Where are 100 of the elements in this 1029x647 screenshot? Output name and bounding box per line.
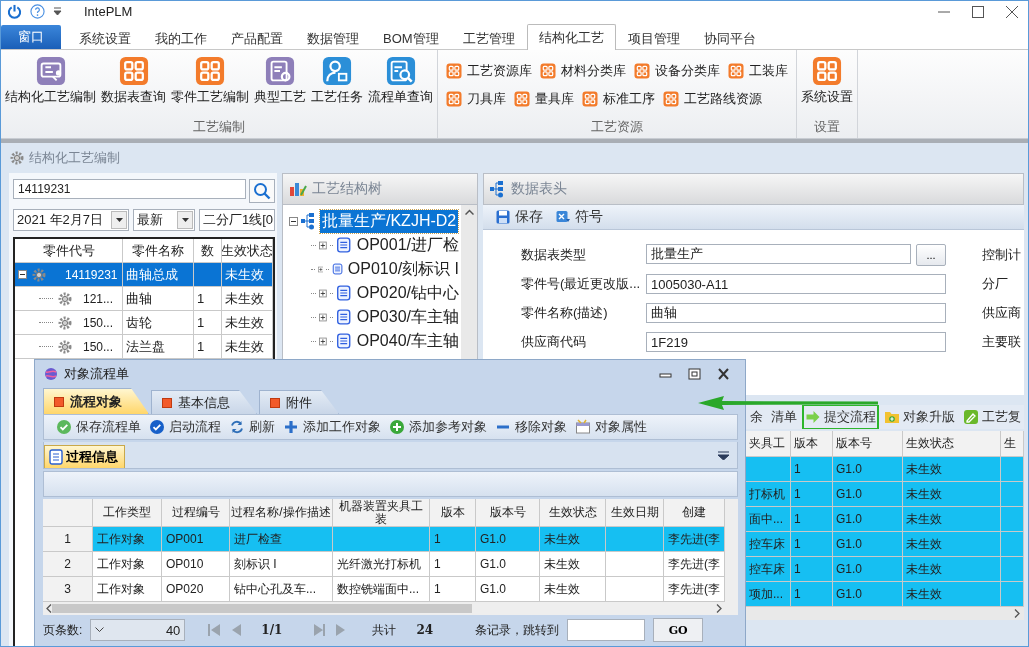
scrollbar[interactable]	[725, 499, 738, 615]
tree-item[interactable]: OP010/刻标识 I	[345, 257, 461, 281]
table-row[interactable]: 1 G1.0 未生效	[746, 457, 1024, 482]
close-icon[interactable]	[1006, 5, 1018, 18]
tree-item[interactable]: OP001/进厂检	[354, 233, 461, 257]
search-field[interactable]: 14119231	[13, 179, 246, 199]
collapse-icon[interactable]	[18, 270, 27, 279]
menu-tab[interactable]: 产品配置	[219, 26, 295, 50]
table-row[interactable]: 控车床 1 G1.0 未生效	[746, 557, 1024, 582]
ribbon-button[interactable]: 流程单查询	[366, 54, 435, 118]
power-icon[interactable]	[7, 4, 22, 19]
date-dropdown[interactable]: 2021 年2月7日	[13, 209, 129, 231]
tab[interactable]: 基本信息	[151, 390, 257, 414]
expand-icon[interactable]	[319, 288, 327, 298]
menu-tab[interactable]: 系统设置	[67, 26, 143, 50]
ribbon-button[interactable]: 刀具库	[446, 90, 506, 108]
menu-tab[interactable]: 数据管理	[295, 26, 371, 50]
table-cell: 未生效	[906, 535, 942, 553]
table-cell: 工作对象	[97, 580, 145, 598]
ribbon-button[interactable]: 典型工艺	[252, 54, 308, 118]
scroll-right-icon[interactable]	[716, 604, 722, 613]
tab[interactable]: 过程信息	[44, 445, 125, 468]
expand-icon[interactable]	[319, 312, 327, 322]
table-cell: 未生效	[906, 560, 942, 578]
ribbon-button[interactable]: 标准工序	[582, 90, 655, 108]
table-row[interactable]: 打标机 1 G1.0 未生效	[746, 482, 1024, 507]
ribbon-button[interactable]: 工艺资源库	[446, 62, 532, 80]
tree-item[interactable]: 批量生产/KZJH-D2	[320, 209, 459, 233]
table-row[interactable]: 121... 曲轴 1 未生效	[15, 287, 273, 311]
menu-tab[interactable]: 结构化工艺	[526, 24, 616, 50]
tree-item[interactable]: OP030/车主轴	[354, 305, 461, 329]
scroll-up-icon[interactable]	[464, 209, 474, 215]
menu-icon[interactable]	[718, 450, 729, 460]
toolbar-button[interactable]: 添加工作对象	[281, 418, 383, 436]
toolbar-button[interactable]: 符号	[553, 208, 605, 226]
grid-icon	[540, 63, 556, 79]
table-row[interactable]: 项加... 1 G1.0 未生效	[746, 582, 1024, 607]
table-row[interactable]: 控车床 1 G1.0 未生效	[746, 532, 1024, 557]
ribbon-button[interactable]: 工艺路线资源	[663, 90, 762, 108]
menu-tab[interactable]: 我的工作	[143, 26, 219, 50]
ribbon-button[interactable]: 量具库	[514, 90, 574, 108]
scroll-left-icon[interactable]	[46, 604, 52, 613]
toolbar-button[interactable]: 余	[747, 405, 766, 429]
menu-tab[interactable]: 协同平台	[691, 26, 768, 50]
scrollbar[interactable]	[746, 607, 1024, 620]
ribbon-button[interactable]: 工艺任务	[309, 54, 365, 118]
input-field[interactable]: 1F219	[646, 332, 946, 352]
scrollbar[interactable]	[43, 602, 725, 615]
ribbon-button[interactable]: 工装库	[728, 62, 788, 80]
maximize-icon[interactable]	[688, 367, 701, 380]
scrollbar-thumb[interactable]	[52, 604, 472, 613]
table-row[interactable]: 1 工作对象 OP001 进厂检查 1 G1.0 未生效 李先进(李	[43, 527, 725, 552]
help-icon[interactable]	[30, 4, 45, 19]
menu-tab[interactable]: 项目管理	[615, 26, 692, 50]
toolbar-button[interactable]: 移除对象	[493, 418, 569, 436]
ribbon-button[interactable]: 材料分类库	[540, 62, 626, 80]
version-dropdown[interactable]: 最新	[133, 209, 195, 231]
input-field[interactable]: 曲轴	[646, 303, 946, 323]
search-button[interactable]	[249, 179, 275, 203]
tab[interactable]: 流程对象	[43, 388, 149, 414]
toolbar-button[interactable]: 添加参考对象	[387, 418, 489, 436]
input-field[interactable]: 1005030-A11	[646, 274, 946, 294]
table-row[interactable]: 面中... 1 G1.0 未生效	[746, 507, 1024, 532]
tree-item[interactable]: OP040/车主轴	[354, 329, 461, 353]
go-button[interactable]: GO	[653, 618, 704, 642]
ribbon-button[interactable]: 设备分类库	[634, 62, 720, 80]
ribbon-button[interactable]: 零件工艺编制	[169, 54, 251, 118]
maximize-icon[interactable]	[972, 5, 984, 18]
menu-tab[interactable]: 工艺管理	[450, 26, 527, 50]
expand-icon[interactable]	[319, 336, 327, 346]
ribbon-button[interactable]: 数据表查询	[99, 54, 168, 118]
input-field[interactable]: 批量生产	[646, 244, 911, 264]
toolbar-button[interactable]: 清单	[768, 405, 800, 429]
toolbar-button[interactable]: 对象升版	[881, 405, 958, 429]
table-row[interactable]: 14119231 曲轴总成 未生效	[15, 263, 273, 287]
table-row[interactable]: 150... 齿轮 1 未生效	[15, 311, 273, 335]
page-jump-field[interactable]	[567, 619, 646, 641]
toolbar-button[interactable]: 刷新	[227, 418, 277, 436]
ribbon-button[interactable]: 结构化工艺编制	[3, 54, 98, 118]
scroll-right-icon[interactable]	[1014, 609, 1020, 618]
page-size-dropdown[interactable]: 40	[90, 619, 186, 641]
toolbar-button[interactable]: 对象属性	[573, 418, 649, 436]
table-row[interactable]: 2 工作对象 OP010 刻标识 I 光纤激光打标机 1 G1.0 未生效 李先进(李	[43, 552, 725, 577]
expand-icon[interactable]	[319, 240, 327, 250]
expand-icon[interactable]	[317, 264, 324, 274]
toolbar-button[interactable]: 工艺复	[960, 405, 1024, 429]
ribbon-button[interactable]: 系统设置	[799, 54, 855, 118]
caret-icon[interactable]	[53, 7, 62, 16]
tree-item[interactable]: OP020/钻中心	[354, 281, 461, 305]
line-dropdown[interactable]: 二分厂1线[0	[199, 209, 275, 231]
toolbar-button[interactable]: 保存	[493, 208, 545, 226]
toolbar-button[interactable]: 保存流程单	[54, 418, 143, 436]
window-menu-button[interactable]: 窗口	[1, 25, 61, 49]
picker-button[interactable]: ...	[916, 244, 946, 266]
collapse-icon[interactable]	[289, 216, 298, 226]
tab[interactable]: 附件	[259, 390, 339, 414]
menu-tab[interactable]: BOM管理	[371, 26, 451, 50]
close-icon[interactable]	[717, 367, 730, 380]
toolbar-button[interactable]: 启动流程	[147, 418, 223, 436]
table-cell: 1	[434, 582, 441, 596]
